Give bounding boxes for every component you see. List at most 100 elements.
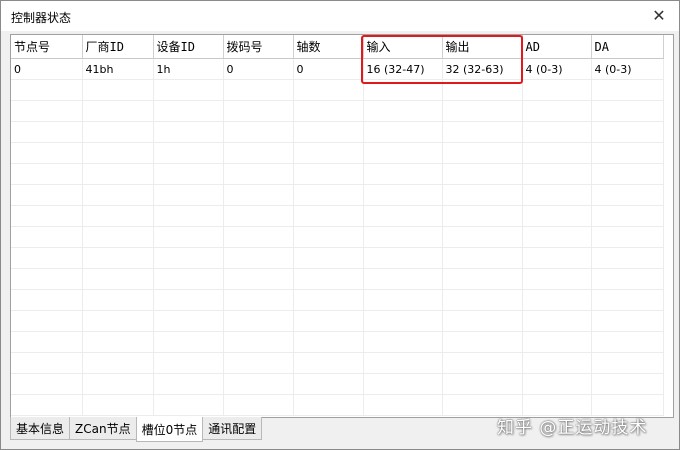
empty-cell xyxy=(591,331,664,353)
empty-cell xyxy=(153,226,224,248)
tab-basic-info[interactable]: 基本信息 xyxy=(10,417,71,440)
column-header-ad[interactable]: AD xyxy=(522,35,592,59)
title-bar[interactable]: 控制器状态 ✕ xyxy=(1,1,679,31)
empty-cell xyxy=(591,142,664,164)
tab-zcan-node[interactable]: ZCan节点 xyxy=(69,417,137,440)
empty-cell xyxy=(153,268,224,290)
table-row xyxy=(11,268,664,290)
empty-cell xyxy=(591,205,664,227)
column-header-da[interactable]: DA xyxy=(591,35,664,59)
empty-cell xyxy=(442,184,523,206)
column-header-output[interactable]: 输出 xyxy=(442,35,523,59)
empty-cell xyxy=(442,247,523,269)
empty-cell xyxy=(363,205,443,227)
empty-cell xyxy=(522,163,592,185)
table-row xyxy=(11,289,664,311)
empty-cell xyxy=(363,268,443,290)
empty-cell xyxy=(153,121,224,143)
empty-cell xyxy=(442,163,523,185)
empty-cell xyxy=(522,226,592,248)
empty-cell xyxy=(82,184,154,206)
empty-cell xyxy=(11,226,83,248)
empty-cell xyxy=(11,163,83,185)
cell-axis-count: 0 xyxy=(293,58,364,80)
empty-cell xyxy=(522,310,592,332)
empty-cell xyxy=(293,394,364,416)
column-header-device-id[interactable]: 设备ID xyxy=(153,35,224,59)
empty-cell xyxy=(82,79,154,101)
empty-cell xyxy=(11,142,83,164)
empty-cell xyxy=(591,310,664,332)
empty-cell xyxy=(442,121,523,143)
empty-cell xyxy=(153,310,224,332)
empty-cell xyxy=(363,289,443,311)
empty-cell xyxy=(293,163,364,185)
empty-cell xyxy=(442,268,523,290)
cell-input: 16 (32-47) xyxy=(363,58,443,80)
tab-strip: 基本信息 ZCan节点 槽位0节点 通讯配置 xyxy=(10,417,263,442)
tab-slot0-node[interactable]: 槽位0节点 xyxy=(135,417,204,442)
empty-cell xyxy=(223,100,294,122)
empty-cell xyxy=(223,226,294,248)
empty-cell xyxy=(591,163,664,185)
empty-cell xyxy=(363,163,443,185)
table-row xyxy=(11,100,664,122)
empty-cell xyxy=(293,79,364,101)
empty-cell xyxy=(223,268,294,290)
empty-cell xyxy=(82,310,154,332)
empty-cell xyxy=(591,352,664,374)
empty-cell xyxy=(11,100,83,122)
column-header-input[interactable]: 输入 xyxy=(363,35,443,59)
empty-cell xyxy=(82,394,154,416)
empty-cell xyxy=(293,184,364,206)
empty-cell xyxy=(522,331,592,353)
column-header-axis-count[interactable]: 轴数 xyxy=(293,35,364,59)
empty-cell xyxy=(442,352,523,374)
empty-cell xyxy=(293,373,364,395)
empty-cell xyxy=(293,331,364,353)
close-icon[interactable]: ✕ xyxy=(649,5,669,25)
empty-cell xyxy=(442,100,523,122)
empty-cell xyxy=(223,331,294,353)
empty-cell xyxy=(442,226,523,248)
empty-cell xyxy=(82,247,154,269)
empty-cell xyxy=(293,142,364,164)
empty-cell xyxy=(442,289,523,311)
empty-cell xyxy=(153,247,224,269)
cell-vendor-id: 41bh xyxy=(82,58,154,80)
table-row xyxy=(11,352,664,374)
empty-cell xyxy=(153,142,224,164)
table-row xyxy=(11,205,664,227)
empty-cell xyxy=(442,310,523,332)
column-header-vendor-id[interactable]: 厂商ID xyxy=(82,35,154,59)
empty-cell xyxy=(11,373,83,395)
watermark: 知乎 @正运动技术 xyxy=(497,418,648,438)
empty-cell xyxy=(153,289,224,311)
table-row[interactable]: 0 41bh 1h 0 0 16 (32-47) 32 (32-63) 4 (0… xyxy=(11,58,664,80)
empty-cell xyxy=(363,310,443,332)
empty-cell xyxy=(522,184,592,206)
empty-cell xyxy=(363,184,443,206)
table-row xyxy=(11,310,664,332)
cell-node-number: 0 xyxy=(11,58,83,80)
cell-output: 32 (32-63) xyxy=(442,58,523,80)
empty-cell xyxy=(363,247,443,269)
empty-cell xyxy=(363,121,443,143)
column-header-dip-number[interactable]: 拨码号 xyxy=(223,35,294,59)
empty-cell xyxy=(363,142,443,164)
empty-cell xyxy=(363,226,443,248)
empty-cell xyxy=(82,205,154,227)
empty-cell xyxy=(363,373,443,395)
empty-cell xyxy=(11,394,83,416)
cell-dip-number: 0 xyxy=(223,58,294,80)
table-row xyxy=(11,247,664,269)
empty-cell xyxy=(591,373,664,395)
column-header-node-number[interactable]: 节点号 xyxy=(11,35,83,59)
empty-cell xyxy=(153,394,224,416)
table-row xyxy=(11,79,664,101)
tab-comm-config[interactable]: 通讯配置 xyxy=(202,417,263,440)
empty-cell xyxy=(223,163,294,185)
empty-cell xyxy=(11,121,83,143)
empty-cell xyxy=(363,331,443,353)
empty-cell xyxy=(153,163,224,185)
